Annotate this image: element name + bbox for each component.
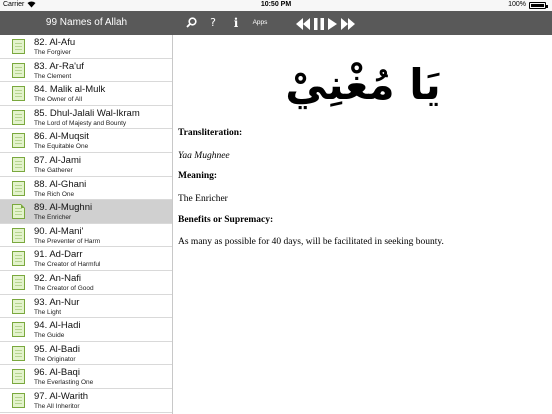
battery-percent: 100% <box>508 1 526 8</box>
list-item[interactable]: 93. An-Nur The Light <box>0 295 172 319</box>
arabic-calligraphy: يَا مُغْنِيْ <box>174 47 552 119</box>
list-item-name: 93. An-Nur <box>34 296 80 308</box>
list-item[interactable]: 94. Al-Hadi The Guide <box>0 318 172 342</box>
list-item[interactable]: 90. Al-Mani' The Preventer of Harm <box>0 224 172 248</box>
list-item-meaning: The Lord of Majesty and Bounty <box>34 119 127 127</box>
list-item-name: 94. Al-Hadi <box>34 320 81 332</box>
list-item[interactable]: 96. Al-Baqi The Everlasting One <box>0 365 172 389</box>
list-item-name: 87. Al-Jami <box>34 154 81 166</box>
list-item[interactable]: 92. An-Nafi The Creator of Good <box>0 271 172 295</box>
list-item[interactable]: 86. Al-Muqsit The Equitable One <box>0 129 172 153</box>
document-icon <box>12 109 25 125</box>
document-icon <box>12 322 25 338</box>
list-item[interactable]: 95. Al-Badi The Originator <box>0 342 172 366</box>
list-item-name: 92. An-Nafi <box>34 272 81 284</box>
list-item-meaning: The Owner of All <box>34 96 83 104</box>
list-item-name: 89. Al-Mughni <box>34 202 93 214</box>
list-item-name: 83. Ar-Ra'uf <box>34 60 84 72</box>
document-icon <box>12 204 25 220</box>
list-item-name: 82. Al-Afu <box>34 37 76 48</box>
list-item-meaning: The Light <box>34 308 62 316</box>
list-item-meaning: The All Inheritor <box>34 402 80 410</box>
search-icon <box>185 17 197 31</box>
list-item-meaning: The Creator of Harmful <box>34 261 101 269</box>
rewind-icon <box>296 18 310 30</box>
battery-icon <box>529 2 548 9</box>
document-icon <box>12 86 25 102</box>
document-icon <box>12 227 25 243</box>
document-icon <box>12 156 25 172</box>
list-item-meaning: The Originator <box>34 355 76 363</box>
list-item-name: 84. Malik al-Mulk <box>34 84 106 96</box>
pause-button[interactable] <box>314 17 324 30</box>
fast-forward-button[interactable] <box>341 17 355 30</box>
list-item[interactable]: 87. Al-Jami The Gatherer <box>0 153 172 177</box>
list-item[interactable]: 97. Al-Warith The All Inheritor <box>0 389 172 413</box>
list-item-meaning: The Everlasting One <box>34 379 94 387</box>
document-icon <box>12 251 25 267</box>
document-icon <box>12 392 25 408</box>
apps-button[interactable]: Apps <box>249 11 271 35</box>
list-item-name: 86. Al-Muqsit <box>34 131 89 143</box>
list-item-meaning: The Equitable One <box>34 143 89 151</box>
list-item[interactable]: 82. Al-Afu The Forgiver <box>0 35 172 59</box>
app-title: 99 Names of Allah <box>45 17 128 28</box>
list-item-name: 96. Al-Baqi <box>34 367 80 379</box>
nav-bar: 99 Names of Allah ? i Apps <box>0 11 552 35</box>
list-item-meaning: The Preventer of Harm <box>34 237 101 245</box>
fast-forward-icon <box>341 18 355 30</box>
list-item[interactable]: 84. Malik al-Mulk The Owner of All <box>0 82 172 106</box>
benefits-text: As many as possible for 40 days, will be… <box>178 237 444 247</box>
play-button[interactable] <box>328 17 337 30</box>
list-item-name: 91. Ad-Darr <box>34 249 83 261</box>
document-icon <box>12 62 25 78</box>
list-item[interactable]: 83. Ar-Ra'uf The Clement <box>0 59 172 83</box>
list-item-meaning: The Rich One <box>34 190 75 198</box>
transliteration-text: Yaa Mughnee <box>178 151 230 161</box>
list-item-name: 90. Al-Mani' <box>34 225 84 237</box>
document-icon <box>12 180 25 196</box>
list-item[interactable]: 91. Ad-Darr The Creator of Harmful <box>0 247 172 271</box>
list-item-meaning: The Creator of Good <box>34 284 94 292</box>
transliteration-heading: Transliteration: <box>178 128 243 138</box>
help-button[interactable]: ? <box>207 11 219 35</box>
status-time: 10:50 PM <box>260 1 292 8</box>
meaning-text: The Enricher <box>178 194 228 204</box>
benefits-heading: Benefits or Supremacy: <box>178 215 274 225</box>
list-item-meaning: The Clement <box>34 72 72 80</box>
arabic-calligraphy-text: يَا مُغْنِيْ <box>285 60 441 110</box>
list-item[interactable]: 89. Al-Mughni The Enricher <box>0 200 172 224</box>
list-item-name: 95. Al-Badi <box>34 343 80 355</box>
list-item-meaning: The Gatherer <box>34 166 73 174</box>
list-item-name: 85. Dhul-Jalali Wal-Ikram <box>34 107 140 119</box>
rewind-button[interactable] <box>296 17 310 30</box>
document-icon <box>12 369 25 385</box>
document-icon <box>12 133 25 149</box>
document-icon <box>12 39 25 54</box>
list-item[interactable]: 88. Al-Ghani The Rich One <box>0 177 172 201</box>
list-item[interactable]: 85. Dhul-Jalali Wal-Ikram The Lord of Maj… <box>0 106 172 130</box>
document-icon <box>12 298 25 314</box>
meaning-heading: Meaning: <box>178 171 218 181</box>
pause-icon <box>314 18 324 30</box>
search-button[interactable] <box>184 11 198 35</box>
status-bar: Carrier 10:50 PM 100% <box>0 0 552 11</box>
list-item-name: 97. Al-Warith <box>34 390 89 402</box>
document-icon <box>12 345 25 361</box>
play-icon <box>328 18 337 30</box>
list-item-name: 88. Al-Ghani <box>34 178 87 190</box>
list-item-meaning: The Forgiver <box>34 49 71 56</box>
info-button[interactable]: i <box>230 11 242 35</box>
document-icon <box>12 274 25 290</box>
names-list[interactable]: 82. Al-Afu The Forgiver 83. Ar-Ra'uf The Cl… <box>0 35 173 414</box>
list-item-meaning: The Guide <box>34 332 65 340</box>
list-item-meaning: The Enricher <box>34 214 72 222</box>
detail-pane: يَا مُغْنِيْ Transliteration: Yaa Mughne… <box>174 35 552 414</box>
